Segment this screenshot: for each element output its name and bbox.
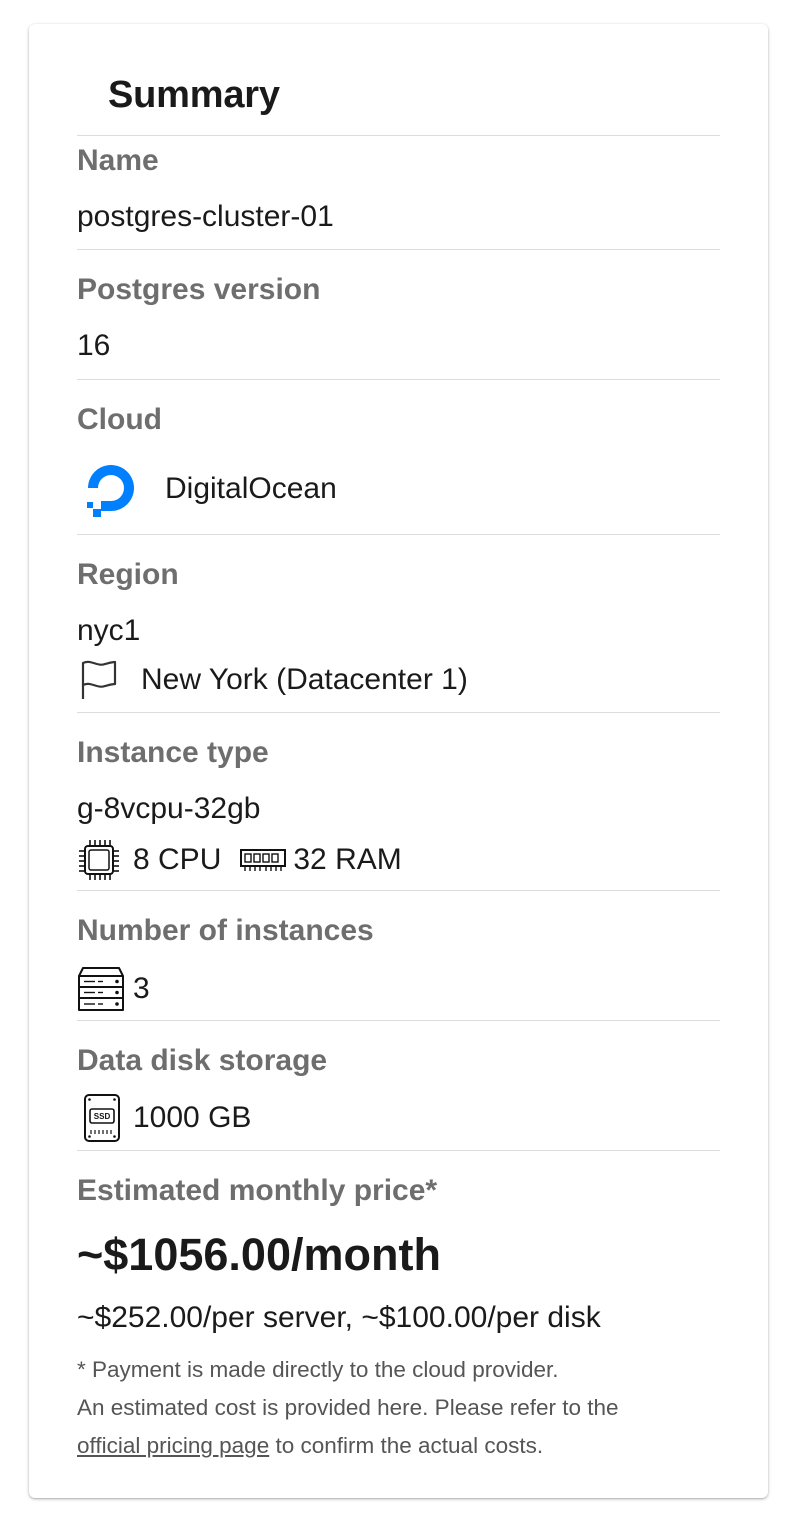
storage-label: Data disk storage <box>77 1044 328 1077</box>
storage-value: 1000 GB <box>133 1101 252 1134</box>
instances-label: Number of instances <box>77 914 374 947</box>
official-pricing-link[interactable]: official pricing page <box>77 1433 269 1458</box>
price-note-line2: An estimated cost is provided here. Plea… <box>77 1395 619 1420</box>
postgres-version-section: Postgres version 16 <box>77 249 720 379</box>
name-value: postgres-cluster-01 <box>77 200 334 233</box>
name-section: Name postgres-cluster-01 <box>77 135 720 250</box>
storage-section: Data disk storage SSD 1000 GB <box>77 1020 720 1150</box>
instances-section: Number of instances 3 <box>77 890 720 1020</box>
price-total: ~$1056.00/month <box>77 1229 441 1280</box>
cloud-provider: DigitalOcean <box>77 458 337 520</box>
postgres-version-label: Postgres version <box>77 273 321 306</box>
region-label: Region <box>77 558 179 591</box>
postgres-version-value: 16 <box>77 329 111 362</box>
cloud-label: Cloud <box>77 403 162 436</box>
cloud-value: DigitalOcean <box>165 472 337 505</box>
summary-title: Summary <box>108 74 280 116</box>
region-location-text: New York (Datacenter 1) <box>141 663 468 696</box>
region-code: nyc1 <box>77 614 141 647</box>
cpu-value: 8 CPU <box>133 843 222 876</box>
instance-type-value: g-8vcpu-32gb <box>77 792 261 825</box>
price-note-line3-rest: to confirm the actual costs. <box>269 1433 544 1458</box>
name-label: Name <box>77 144 159 177</box>
price-label: Estimated monthly price* <box>77 1174 438 1207</box>
price-note: * Payment is made directly to the cloud … <box>77 1351 619 1465</box>
cloud-section: Cloud DigitalOcean <box>77 379 720 534</box>
storage-row: SSD 1000 GB <box>77 1091 251 1145</box>
instances-value: 3 <box>133 972 150 1005</box>
instance-type-label: Instance type <box>77 736 269 769</box>
digitalocean-logo-icon <box>81 459 141 519</box>
ram-icon <box>239 845 287 875</box>
region-location: New York (Datacenter 1) <box>77 659 468 701</box>
server-icon <box>77 964 125 1014</box>
summary-card: Summary Name postgres-cluster-01 Postgre… <box>29 24 768 1498</box>
cpu-icon <box>77 838 121 882</box>
price-breakdown: ~$252.00/per server, ~$100.00/per disk <box>77 1301 601 1334</box>
instances-row: 3 <box>77 961 150 1017</box>
instance-type-section: Instance type g-8vcpu-32gb 8 CPU 32 RAM <box>77 712 720 890</box>
price-note-line1: * Payment is made directly to the cloud … <box>77 1357 559 1382</box>
flag-icon <box>77 659 121 701</box>
ssd-icon: SSD <box>77 1092 125 1144</box>
ram-value: 32 RAM <box>293 843 402 876</box>
region-section: Region nyc1 New York (Datacenter 1) <box>77 534 720 712</box>
instance-specs: 8 CPU 32 RAM <box>77 837 402 883</box>
price-note-line3: official pricing page to confirm the act… <box>77 1427 619 1465</box>
svg-text:SSD: SSD <box>94 1112 111 1121</box>
price-section: Estimated monthly price* ~$1056.00/month… <box>77 1150 720 1480</box>
